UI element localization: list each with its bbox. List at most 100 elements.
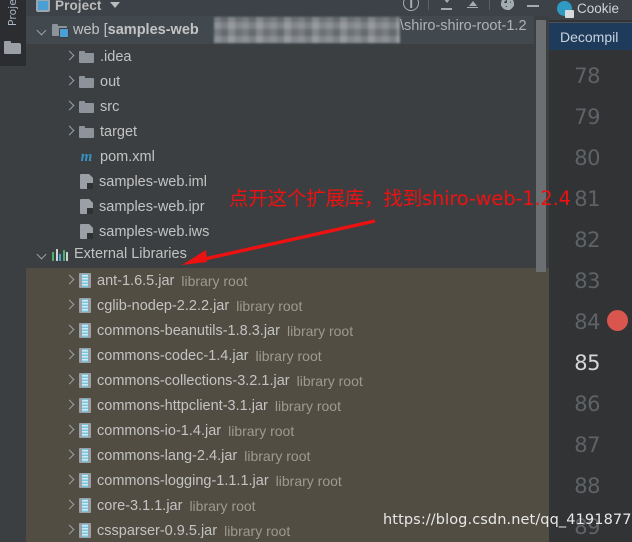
chevron-right-icon[interactable] (65, 476, 74, 485)
library-name: commons-beanutils-1.8.3.jar (97, 322, 280, 339)
list-item[interactable]: commons-logging-1.1.1.jar library root (26, 468, 534, 493)
tree-row-external-libraries[interactable]: External Libraries (26, 240, 534, 268)
collapse-all-icon (440, 0, 453, 10)
jar-icon (79, 523, 91, 538)
jar-icon (79, 473, 91, 488)
folder-icon (79, 50, 94, 63)
scroll-from-source-icon (403, 0, 419, 11)
project-toolbar (398, 0, 546, 14)
breakpoint-marker-icon[interactable] (607, 310, 628, 331)
jar-icon (79, 323, 91, 338)
jar-icon (79, 373, 91, 388)
ide-screenshot: Project Project web [samples-web .idea o… (0, 0, 632, 542)
project-tree: web [samples-web .idea out src target m … (26, 16, 534, 268)
chevron-right-icon[interactable] (65, 276, 74, 285)
editor-tab-label: Cookie (577, 1, 620, 16)
tree-row-label: src (100, 98, 120, 115)
jar-icon (79, 398, 91, 413)
list-item[interactable]: commons-lang-2.4.jar library root (26, 443, 534, 468)
expand-all-icon (466, 0, 479, 10)
chevron-right-icon[interactable] (65, 326, 74, 335)
editor-tab-cookie[interactable]: Cookie (549, 0, 632, 20)
tree-row-pom-xml[interactable]: m pom.xml (26, 144, 534, 169)
library-detail: library root (224, 522, 291, 539)
list-item[interactable]: commons-codec-1.4.jar library root (26, 343, 534, 368)
external-libraries-list: ant-1.6.5.jar library root cglib-nodep-2… (26, 268, 534, 542)
toolbar-separator (428, 0, 429, 10)
chevron-right-icon[interactable] (65, 401, 74, 410)
line-number: 82 (574, 228, 600, 252)
collapse-all-button[interactable] (433, 0, 459, 14)
chevron-right-icon[interactable] (65, 52, 74, 61)
list-item[interactable]: ant-1.6.5.jar library root (26, 268, 534, 293)
settings-button[interactable] (494, 0, 520, 14)
library-name: core-3.1.1.jar (97, 497, 183, 514)
chevron-down-icon[interactable] (38, 250, 47, 259)
list-item[interactable]: commons-io-1.4.jar library root (26, 418, 534, 443)
root-prefix: web [ (73, 22, 108, 38)
library-detail: library root (189, 497, 256, 514)
tree-row-label: samples-web.ipr (99, 198, 205, 215)
chevron-right-icon[interactable] (65, 501, 74, 510)
library-detail: library root (296, 372, 363, 389)
line-number: 87 (574, 433, 600, 457)
library-detail: library root (244, 447, 311, 464)
project-scrollbar-track-lower[interactable] (534, 268, 549, 542)
chevron-right-icon[interactable] (65, 77, 74, 86)
project-view-icon (36, 0, 50, 12)
folder-icon (79, 100, 94, 113)
line-number: 83 (574, 269, 600, 293)
library-name: cssparser-0.9.5.jar (97, 522, 218, 539)
toolbar-separator (489, 0, 490, 10)
chevron-right-icon[interactable] (65, 127, 74, 136)
tree-row-out[interactable]: out (26, 69, 534, 94)
jar-icon (79, 498, 91, 513)
chevron-right-icon[interactable] (65, 376, 74, 385)
tree-row-idea[interactable]: .idea (26, 44, 534, 69)
chevron-right-icon[interactable] (65, 301, 74, 310)
library-detail: library root (275, 472, 342, 489)
jar-icon (79, 348, 91, 363)
project-root-path: \shiro-shiro-root-1.2 (400, 18, 527, 34)
project-panel-title-group[interactable]: Project (26, 0, 121, 16)
java-class-icon (557, 1, 574, 18)
list-item[interactable]: commons-collections-3.2.1.jar library ro… (26, 368, 534, 393)
chevron-right-icon[interactable] (65, 351, 74, 360)
chevron-right-icon[interactable] (65, 451, 74, 460)
iml-file-icon (80, 174, 93, 189)
root-module-name: samples-web (107, 22, 199, 38)
annotation-text: 点开这个扩展库，找到shiro-web-1.2.4 (229, 187, 571, 210)
project-scrollbar-thumb[interactable] (536, 20, 546, 272)
library-name: commons-logging-1.1.1.jar (97, 472, 269, 489)
list-item[interactable]: cglib-nodep-2.2.2.jar library root (26, 293, 534, 318)
folder-icon (79, 75, 94, 88)
jar-icon (79, 273, 91, 288)
redacted-path-block (214, 17, 400, 43)
tool-window-tab-project[interactable]: Project (0, 0, 26, 46)
expand-all-button[interactable] (459, 0, 485, 14)
line-number-current: 85 (574, 351, 600, 375)
watermark-url: https://blog.csdn.net/qq_41918771 (383, 512, 632, 528)
library-detail: library root (228, 422, 295, 439)
list-item[interactable]: commons-httpclient-3.1.jar library root (26, 393, 534, 418)
tree-row-label: .idea (100, 48, 132, 65)
library-name: cglib-nodep-2.2.2.jar (97, 297, 230, 314)
tree-row-label: target (100, 123, 138, 140)
tree-row-target[interactable]: target (26, 119, 534, 144)
decompile-banner[interactable]: Decompil (549, 22, 632, 50)
chevron-down-icon[interactable] (110, 2, 121, 8)
scroll-from-source-button[interactable] (398, 0, 424, 14)
chevron-right-icon[interactable] (65, 426, 74, 435)
line-number: 80 (574, 146, 600, 170)
iws-file-icon (80, 224, 93, 239)
chevron-down-icon[interactable] (38, 26, 47, 35)
hide-window-button[interactable] (520, 0, 546, 14)
module-icon (52, 24, 69, 38)
chevron-right-icon[interactable] (65, 102, 74, 111)
tree-row-src[interactable]: src (26, 94, 534, 119)
line-number: 88 (574, 474, 600, 498)
list-item[interactable]: commons-beanutils-1.8.3.jar library root (26, 318, 534, 343)
project-panel-header: Project (26, 0, 549, 16)
line-number: 78 (574, 64, 600, 88)
chevron-right-icon[interactable] (65, 526, 74, 535)
